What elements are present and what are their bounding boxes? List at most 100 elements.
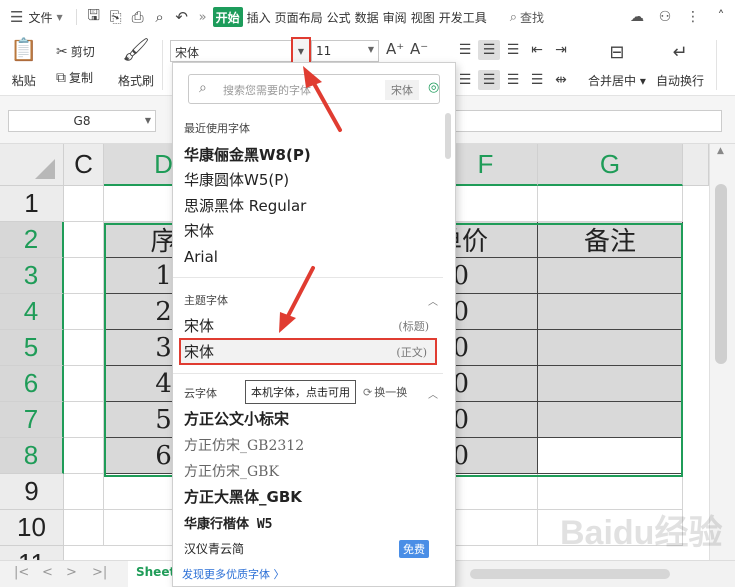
tab-view[interactable]: 视图 [409,0,437,34]
name-box[interactable]: G8 ▼ [8,110,156,132]
collapse-ribbon-icon[interactable]: ˄ [707,9,735,25]
row-header-3[interactable]: 3 [0,258,64,294]
align-left-icon[interactable]: ☰ [454,70,476,90]
cloud-sync-icon[interactable]: ☁ [623,9,651,25]
row-header-1[interactable]: 1 [0,186,64,222]
vertical-scrollbar[interactable]: ▲ [709,144,735,560]
align-top-icon[interactable]: ☰ [454,40,476,60]
font-item-body-highlighted[interactable]: 宋体 (正文) [179,338,437,365]
align-bottom-icon[interactable]: ☰ [502,40,524,60]
row-header-5[interactable]: 5 [0,330,64,366]
horizontal-scrollbar[interactable] [470,569,670,579]
font-item-heading[interactable]: 宋体 (标题) [183,313,437,338]
font-item[interactable]: 华康圆体W5(P) [183,167,437,192]
cell-g3[interactable] [538,258,683,294]
scroll-up-icon[interactable]: ▲ [717,146,724,156]
first-sheet-icon[interactable]: |< [14,565,29,580]
font-item[interactable]: 华康行楷体 W5 [183,510,437,535]
font-size-select[interactable]: 11 ▼ [311,40,379,62]
font-item[interactable]: 方正仿宋_GB2312 [183,432,437,457]
cell-c9[interactable] [64,474,104,510]
font-item[interactable]: 汉仪青云简 免费 [183,536,437,561]
find-button[interactable]: ⌕ 查找 [507,0,547,34]
share-icon[interactable]: ⚇ [651,9,679,25]
tab-insert[interactable]: 插入 [245,0,273,34]
align-middle-icon[interactable]: ☰ [478,40,500,60]
save-icon[interactable]: 🖫 [83,0,105,34]
chevron-up-icon[interactable]: ︿ [428,386,438,401]
font-item[interactable]: 方正大黑体_GBK [183,484,437,509]
cell-g7[interactable] [538,402,683,438]
tab-developer[interactable]: 开发工具 [437,0,489,34]
paste-button[interactable]: 📋 粘贴 [10,38,37,89]
column-header-next[interactable] [683,144,709,186]
cell-g8[interactable] [538,438,683,474]
file-menu[interactable]: ☰ 文件 ▼ [0,0,66,34]
row-header-2[interactable]: 2 [0,222,64,258]
font-item[interactable]: 思源黑体 Regular [183,193,437,218]
export-pdf-icon[interactable]: ⎘ [105,0,127,34]
align-center-icon[interactable]: ☰ [478,70,500,90]
column-header-c[interactable]: C [64,144,104,186]
cell-g6[interactable] [538,366,683,402]
settings-icon[interactable]: ⋮ [679,9,707,25]
font-item[interactable]: Arial [183,244,437,269]
tab-review[interactable]: 审阅 [381,0,409,34]
undo-icon[interactable]: ↶ [171,0,193,34]
tab-page-layout[interactable]: 页面布局 [273,0,325,34]
font-search-box[interactable]: ⌕ 搜索您需要的字体 宋体 ◎ [188,74,440,104]
next-sheet-icon[interactable]: > [66,565,77,580]
cell-c4[interactable] [64,294,104,330]
formula-input[interactable] [440,110,722,132]
format-painter-button[interactable]: 🖌 格式刷 [118,38,154,89]
cell-c2[interactable] [64,222,104,258]
cell-c7[interactable] [64,402,104,438]
panel-scrollbar[interactable] [445,113,451,159]
cell-g2[interactable]: 备注 [538,222,683,258]
last-sheet-icon[interactable]: >| [92,565,107,580]
tab-home[interactable]: 开始 [212,7,243,27]
chevron-up-icon[interactable]: ︿ [428,293,438,308]
cell-c5[interactable] [64,330,104,366]
row-header-9[interactable]: 9 [0,474,64,510]
align-right-icon[interactable]: ☰ [502,70,524,90]
tab-formulas[interactable]: 公式 [325,0,353,34]
cell-c8[interactable] [64,438,104,474]
row-header-7[interactable]: 7 [0,402,64,438]
font-name-select[interactable]: 宋体 [170,40,310,62]
scrollbar-thumb[interactable] [715,184,727,364]
more-fonts-link[interactable]: 发现更多优质字体 〉 [182,566,285,582]
row-header-4[interactable]: 4 [0,294,64,330]
cell-c1[interactable] [64,186,104,222]
indent-decrease-icon[interactable]: ⇤ [526,40,548,60]
tab-data[interactable]: 数据 [353,0,381,34]
font-item[interactable]: 华康俪金黑W8(P) [183,142,437,167]
cell-g1[interactable] [538,186,683,222]
print-icon[interactable]: ⎙ [127,0,149,34]
row-header-11[interactable]: 11 [0,546,64,560]
more-chevron-icon[interactable]: » [193,0,213,34]
cell-c3[interactable] [64,258,104,294]
camera-icon[interactable]: ◎ [428,80,439,95]
cell-g4[interactable] [538,294,683,330]
merge-center-button[interactable]: ⊟ 合并居中 ▾ [588,40,646,89]
row-header-6[interactable]: 6 [0,366,64,402]
justify-icon[interactable]: ☰ [526,70,548,90]
row-header-8[interactable]: 8 [0,438,64,474]
swap-button[interactable]: ⟳ 换一换 [363,384,407,400]
cut-button[interactable]: ✂ 剪切 [56,43,95,60]
copy-button[interactable]: ⧉ 复制 [56,69,93,86]
wrap-text-button[interactable]: ↵ 自动换行 [656,40,704,89]
cell-g5[interactable] [538,330,683,366]
decrease-font-icon[interactable]: A⁻ [410,40,428,58]
cell-c10[interactable] [64,510,104,546]
select-all-corner[interactable] [0,144,64,186]
print-preview-icon[interactable]: ⌕ [149,0,171,34]
increase-font-icon[interactable]: A⁺ [386,40,404,58]
font-item[interactable]: 宋体 [183,218,437,243]
font-dropdown-arrow[interactable]: ▼ [291,37,311,65]
row-header-10[interactable]: 10 [0,510,64,546]
font-item[interactable]: 方正公文小标宋 [183,406,437,431]
cell-c6[interactable] [64,366,104,402]
prev-sheet-icon[interactable]: < [42,565,53,580]
